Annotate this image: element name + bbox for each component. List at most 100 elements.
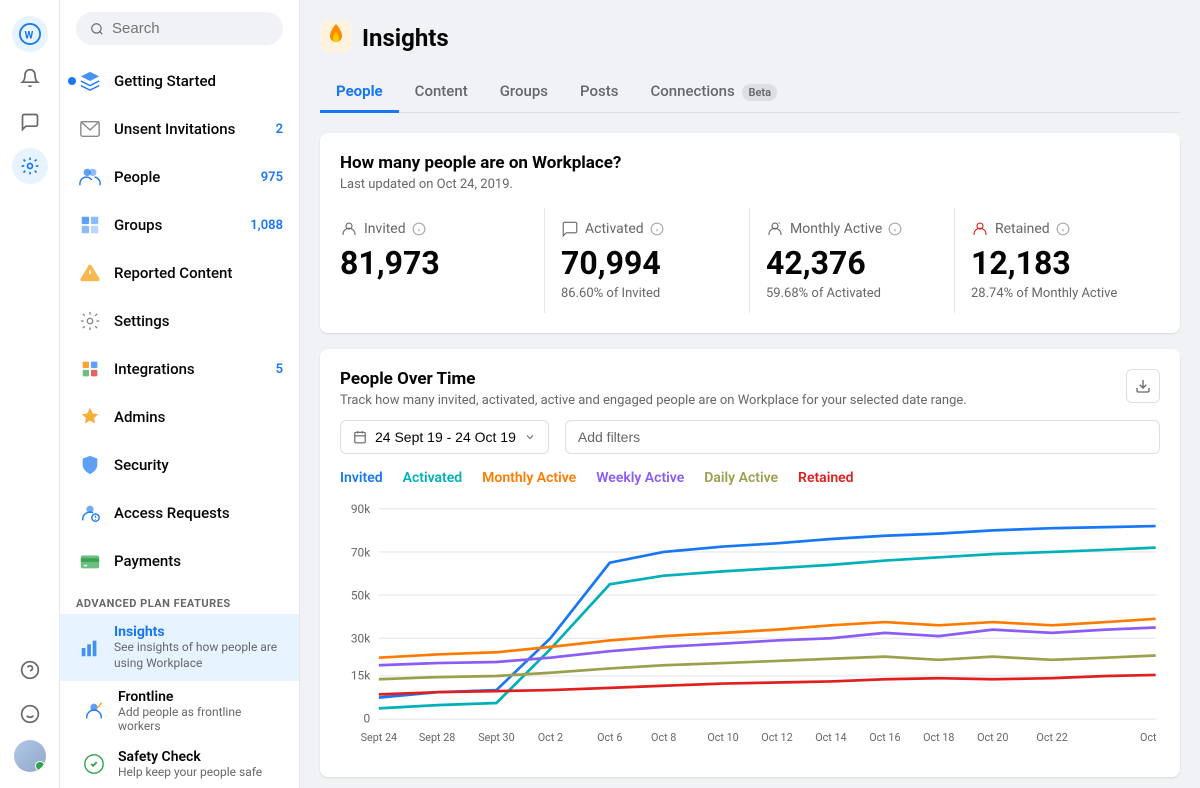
payments-label: Payments bbox=[114, 552, 283, 570]
stats-card-title: How many people are on Workplace? bbox=[340, 153, 1160, 173]
page-header: Insights bbox=[320, 20, 1180, 56]
svg-text:70k: 70k bbox=[351, 545, 370, 559]
groups-label: Groups bbox=[114, 216, 240, 234]
retained-label: Retained bbox=[995, 221, 1050, 237]
chart-legend: Invited Activated Monthly Active Weekly … bbox=[340, 470, 1160, 486]
insights-desc: See insights of how people are using Wor… bbox=[114, 640, 283, 671]
active-dot bbox=[68, 77, 76, 85]
svg-text:Sept 28: Sept 28 bbox=[419, 731, 455, 744]
frontline-icon bbox=[80, 697, 108, 725]
sidebar: Getting Started Unsent Invitations 2 Peo… bbox=[60, 0, 300, 788]
connections-beta-badge: Beta bbox=[742, 84, 777, 101]
legend-activated[interactable]: Activated bbox=[403, 470, 463, 486]
insights-flame-icon bbox=[320, 20, 352, 56]
workplace-logo-icon[interactable]: W bbox=[12, 16, 48, 52]
tab-connections[interactable]: Connections Beta bbox=[634, 72, 793, 113]
integrations-label: Integrations bbox=[114, 360, 266, 378]
settings-icon bbox=[76, 307, 104, 335]
monthly-active-sub: 59.68% of Activated bbox=[766, 286, 938, 301]
integrations-badge: 5 bbox=[276, 362, 283, 377]
stats-card-subtitle: Last updated on Oct 24, 2019. bbox=[340, 177, 1160, 192]
svg-text:Sept 24: Sept 24 bbox=[361, 731, 397, 744]
sidebar-item-admins[interactable]: Admins bbox=[60, 393, 299, 441]
svg-text:Oct 14: Oct 14 bbox=[815, 731, 846, 744]
integrations-icon bbox=[76, 355, 104, 383]
date-range-label: 24 Sept 19 - 24 Oct 19 bbox=[375, 429, 516, 445]
search-input[interactable] bbox=[112, 20, 269, 37]
svg-text:Sept 30: Sept 30 bbox=[478, 731, 514, 744]
add-filters-button[interactable]: Add filters bbox=[565, 420, 1160, 454]
stat-activated: Activated 70,994 86.60% of Invited bbox=[545, 208, 750, 313]
svg-text:0: 0 bbox=[364, 711, 371, 725]
settings-label: Settings bbox=[114, 312, 283, 330]
unsent-invitations-icon bbox=[76, 115, 104, 143]
tab-posts[interactable]: Posts bbox=[564, 72, 634, 113]
people-over-time-chart: 90k 70k 50k 30k 15k 0 bbox=[340, 498, 1160, 757]
sidebar-item-safety-check[interactable]: Safety Check Help keep your people safe bbox=[60, 741, 299, 787]
tab-content[interactable]: Content bbox=[399, 72, 484, 113]
sidebar-item-settings[interactable]: Settings bbox=[60, 297, 299, 345]
svg-text:Oct 20: Oct 20 bbox=[977, 731, 1008, 744]
invited-value: 81,973 bbox=[340, 244, 528, 282]
tab-groups[interactable]: Groups bbox=[484, 72, 564, 113]
people-label: People bbox=[114, 168, 251, 186]
access-requests-label: Access Requests bbox=[114, 504, 283, 522]
svg-text:50k: 50k bbox=[351, 588, 370, 602]
sidebar-item-payments[interactable]: Payments bbox=[60, 537, 299, 585]
safety-check-icon bbox=[80, 750, 108, 778]
emoji-face-icon[interactable] bbox=[12, 696, 48, 732]
activated-icon bbox=[561, 220, 579, 238]
notifications-icon[interactable] bbox=[12, 60, 48, 96]
svg-text:Oct 24: Oct 24 bbox=[1140, 731, 1160, 744]
legend-monthly-active[interactable]: Monthly Active bbox=[482, 470, 576, 486]
security-icon bbox=[76, 451, 104, 479]
access-requests-icon bbox=[76, 499, 104, 527]
tab-people[interactable]: People bbox=[320, 72, 399, 113]
filter-row: 24 Sept 19 - 24 Oct 19 Add filters bbox=[340, 420, 1160, 454]
frontline-label: Frontline bbox=[118, 689, 283, 705]
sidebar-item-frontline[interactable]: Frontline Add people as frontline worker… bbox=[60, 681, 299, 741]
legend-weekly-active[interactable]: Weekly Active bbox=[596, 470, 684, 486]
search-box[interactable] bbox=[76, 12, 283, 45]
messages-icon[interactable] bbox=[12, 104, 48, 140]
sidebar-item-integrations[interactable]: Integrations 5 bbox=[60, 345, 299, 393]
advanced-section-label: ADVANCED PLAN FEATURES bbox=[60, 585, 299, 614]
sidebar-item-getting-started[interactable]: Getting Started bbox=[60, 57, 299, 105]
svg-text:Oct 12: Oct 12 bbox=[761, 731, 792, 744]
page-title: Insights bbox=[362, 24, 449, 52]
sidebar-item-people[interactable]: People 975 bbox=[60, 153, 299, 201]
monthly-active-value: 42,376 bbox=[766, 244, 938, 282]
legend-retained[interactable]: Retained bbox=[798, 470, 854, 486]
legend-daily-active[interactable]: Daily Active bbox=[704, 470, 778, 486]
help-icon[interactable] bbox=[12, 652, 48, 688]
date-range-button[interactable]: 24 Sept 19 - 24 Oct 19 bbox=[340, 420, 549, 454]
security-label: Security bbox=[114, 456, 283, 474]
chart-subtitle: Track how many invited, activated, activ… bbox=[340, 393, 967, 408]
monthly-active-icon bbox=[766, 220, 784, 238]
admins-label: Admins bbox=[114, 408, 283, 426]
retained-info-icon bbox=[1056, 222, 1070, 236]
stats-card: How many people are on Workplace? Last u… bbox=[320, 133, 1180, 333]
legend-invited[interactable]: Invited bbox=[340, 470, 383, 486]
sidebar-item-reported-content[interactable]: Reported Content bbox=[60, 249, 299, 297]
admin-tools-icon[interactable] bbox=[12, 148, 48, 184]
safety-check-desc: Help keep your people safe bbox=[118, 765, 283, 779]
retained-sub: 28.74% of Monthly Active bbox=[971, 286, 1144, 301]
groups-badge: 1,088 bbox=[250, 218, 283, 233]
sidebar-item-insights[interactable]: Insights See insights of how people are … bbox=[60, 614, 299, 681]
svg-text:Oct 16: Oct 16 bbox=[869, 731, 900, 744]
download-button[interactable] bbox=[1126, 369, 1160, 403]
chart-card: People Over Time Track how many invited,… bbox=[320, 349, 1180, 777]
add-filters-label: Add filters bbox=[578, 429, 640, 445]
svg-text:W: W bbox=[24, 31, 33, 42]
chart-header: People Over Time Track how many invited,… bbox=[340, 369, 1160, 408]
user-avatar[interactable] bbox=[14, 740, 46, 772]
sidebar-item-groups[interactable]: Groups 1,088 bbox=[60, 201, 299, 249]
monthly-active-info-icon bbox=[888, 222, 902, 236]
payments-icon bbox=[76, 547, 104, 575]
retained-icon bbox=[971, 220, 989, 238]
sidebar-item-unsent-invitations[interactable]: Unsent Invitations 2 bbox=[60, 105, 299, 153]
sidebar-item-access-requests[interactable]: Access Requests bbox=[60, 489, 299, 537]
sidebar-item-security[interactable]: Security bbox=[60, 441, 299, 489]
svg-text:30k: 30k bbox=[351, 632, 370, 646]
